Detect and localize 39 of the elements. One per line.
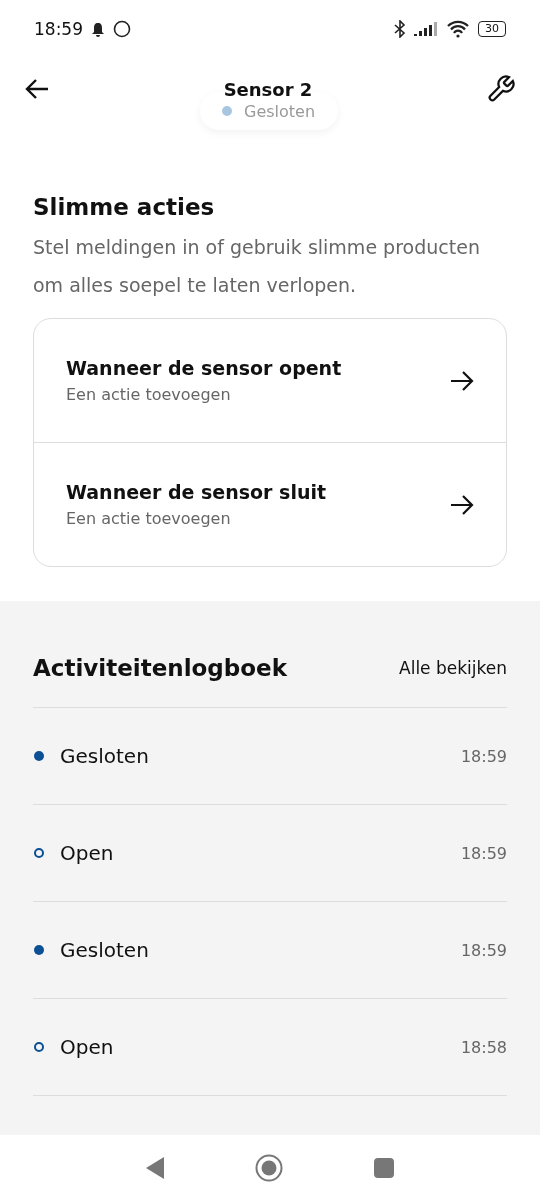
status-dot xyxy=(34,848,44,858)
wifi-icon xyxy=(446,20,470,38)
nav-recents-icon[interactable] xyxy=(373,1156,395,1179)
log-time: 18:59 xyxy=(460,843,507,863)
back-arrow-icon[interactable] xyxy=(24,78,50,100)
arrow-right-icon xyxy=(450,369,474,392)
action-subtitle: Een actie toevoegen xyxy=(66,509,232,528)
action-subtitle: Een actie toevoegen xyxy=(66,385,232,404)
log-time: 18:59 xyxy=(460,940,507,960)
battery-indicator: 30 xyxy=(478,21,506,37)
section-title: Slimme acties xyxy=(33,194,216,220)
status-dot xyxy=(34,945,44,955)
log-label: Open xyxy=(60,1035,115,1059)
status-time: 18:59 xyxy=(34,19,83,39)
log-label: Open xyxy=(60,841,115,865)
status-dot xyxy=(34,751,44,761)
bluetooth-icon xyxy=(394,20,406,38)
view-all-link[interactable]: Alle bekijken xyxy=(399,658,507,678)
status-dot xyxy=(34,1042,44,1052)
wrench-icon[interactable] xyxy=(486,74,516,104)
bell-icon xyxy=(91,21,105,37)
log-label: Gesloten xyxy=(60,744,150,768)
log-label: Gesloten xyxy=(60,938,150,962)
status-label: Gesloten xyxy=(244,101,316,121)
action-title: Wanneer de sensor opent xyxy=(66,357,343,379)
nav-home-icon[interactable] xyxy=(255,1153,283,1182)
section-description: Stel meldingen in of gebruik slimme producten om alles soepel te laten verlopen. xyxy=(33,235,481,298)
section-title: Activiteitenlogboek xyxy=(33,655,288,681)
action-row[interactable]: Wanneer de sensor sluit Een actie toevoegen xyxy=(34,442,506,566)
screen-title: Sensor 2 xyxy=(222,78,314,100)
status-dot xyxy=(222,106,232,116)
action-title: Wanneer de sensor sluit xyxy=(66,481,328,503)
log-time: 18:58 xyxy=(460,1037,507,1057)
signal-icon xyxy=(414,22,438,36)
nav-back-icon[interactable] xyxy=(145,1155,165,1180)
arrow-right-icon xyxy=(450,493,474,516)
action-row[interactable]: Wanneer de sensor opent Een actie toevoegen xyxy=(34,319,506,442)
circle-icon xyxy=(113,20,131,38)
log-time: 18:59 xyxy=(460,746,507,766)
